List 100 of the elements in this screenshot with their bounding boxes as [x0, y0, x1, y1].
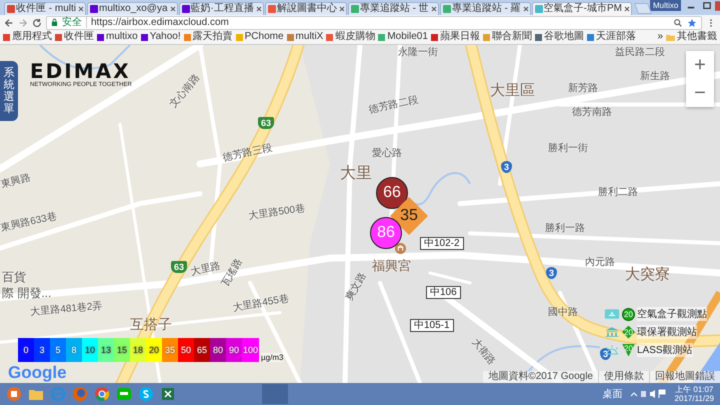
bookmark-link[interactable]: Mobile01 [378, 31, 428, 43]
reload-icon[interactable] [32, 18, 42, 28]
unit-label: µg/m3 [261, 353, 284, 362]
map-label: 勝利二路 [598, 187, 638, 198]
bookmark-link[interactable]: 蝦皮購物 [326, 31, 376, 43]
close-icon[interactable] [170, 6, 176, 12]
edimax-logo: EDIMAX [30, 61, 131, 81]
map-label: 大衛路 [470, 337, 498, 368]
bookmark-link[interactable]: 露天拍賣 [184, 31, 233, 43]
bookmark-link[interactable]: PChome [236, 31, 284, 43]
road-code-label: 中106 [426, 286, 461, 299]
airbox-icon [604, 308, 620, 320]
map-label: 新生路 [640, 71, 670, 82]
map-label: 瓦瑤路 [220, 257, 245, 288]
road-code-label: 中102-2 [420, 237, 464, 250]
back-icon[interactable] [4, 18, 14, 28]
map-label: 大里路455巷 [232, 293, 290, 314]
profile-button[interactable]: Multixo [650, 0, 682, 11]
browser-tab[interactable]: 空氣盒子-城市PM [532, 2, 632, 15]
map-label: 國中路 [548, 307, 578, 318]
map-label: 東興路 [0, 172, 32, 191]
close-icon[interactable] [78, 6, 84, 12]
browser-tab[interactable]: multixo_xo@ya [87, 2, 178, 15]
legend-step: 100 [242, 338, 260, 362]
legend-label: LASS觀測站 [637, 343, 693, 357]
legend-step: 10 [82, 338, 98, 362]
legend-step: 65 [194, 338, 210, 362]
map-label: 互搭子 [130, 317, 172, 332]
map-label: 百貨 [2, 271, 26, 284]
legend-step: 8 [66, 338, 82, 362]
zoom-out-button[interactable]: − [686, 79, 714, 107]
map-label: 德芳路三段 [222, 142, 274, 164]
bookmark-link[interactable]: 收件匣 [55, 31, 94, 43]
new-tab-button[interactable] [634, 3, 652, 14]
bookmark-link[interactable]: multiX [286, 31, 324, 43]
other-bookmarks-link[interactable]: 其他書籤 [666, 31, 717, 43]
more-bookmarks-button[interactable]: » [657, 31, 663, 43]
star-icon[interactable] [687, 18, 697, 28]
close-icon[interactable] [338, 6, 345, 12]
legend-label: 環保署觀測站 [637, 325, 697, 339]
lock-icon [51, 18, 58, 27]
url-text: https://airbox.edimaxcloud.com [91, 17, 229, 28]
bookmark-link[interactable]: Yahoo! [140, 31, 181, 43]
legend-step: 15 [114, 338, 130, 362]
map-label: 大里路500巷 [248, 203, 306, 222]
legend-step: 18 [130, 338, 146, 362]
close-icon[interactable] [522, 6, 529, 12]
map-label: 永隆一街 [398, 47, 438, 58]
bookmark-link[interactable]: 蘋果日報 [430, 31, 480, 43]
legend-step: 35 [162, 338, 178, 362]
legend-step: 5 [50, 338, 66, 362]
browser-tab[interactable]: 解說圖書中心 [264, 2, 347, 15]
legend-step: 3 [34, 338, 50, 362]
zoom-in-button[interactable]: + [686, 51, 714, 79]
bookmark-link[interactable]: multixo [97, 31, 138, 43]
chat-icon[interactable] [116, 386, 132, 402]
browser-tab[interactable]: 專業追蹤站 - 世 [348, 2, 439, 15]
start-icon[interactable] [6, 386, 22, 402]
map-label: 勝利一路 [545, 223, 585, 234]
legend-step: 90 [226, 338, 242, 362]
bookmark-link[interactable]: 聯合新聞 [482, 31, 532, 43]
bookmark-link[interactable]: 天涯部落 [586, 31, 636, 43]
map-label: 德芳南路 [572, 107, 612, 118]
map-label: 德芳路二段 [368, 94, 420, 116]
address-field[interactable]: 安全 https://airbox.edimaxcloud.com [46, 16, 702, 30]
browser-tab[interactable]: 專業追蹤站 - 羅 [440, 2, 531, 15]
map-label: 大里路481巷2弄 [30, 300, 103, 318]
close-icon[interactable] [624, 6, 630, 12]
legend-step: 80 [210, 338, 226, 362]
close-icon[interactable] [256, 6, 262, 12]
skype-icon[interactable] [138, 386, 154, 402]
map-label: 愛心路 [372, 148, 402, 159]
close-icon[interactable] [430, 6, 437, 12]
desktop-label[interactable]: 桌面 [602, 387, 623, 401]
legend-label: 空氣盒子觀測點 [637, 307, 707, 321]
map-label: 東興路633巷 [0, 211, 58, 234]
chrome-icon[interactable] [94, 386, 110, 402]
map-label: 益民路二段 [615, 47, 665, 58]
browser-tab[interactable]: 收件匣 - multi [4, 2, 86, 15]
map-label: 際 開發... [2, 287, 52, 300]
bookmark-link[interactable]: 應用程式 [3, 31, 52, 43]
road-code-label: 中105-1 [410, 319, 454, 332]
browser-tab[interactable]: 藍奶·工程直播 [178, 2, 264, 15]
map-label: 內元路 [585, 257, 615, 268]
legend-step: 0 [18, 338, 34, 362]
bookmark-link[interactable]: 谷歌地圖 [534, 31, 584, 43]
legend-step: 13 [98, 338, 114, 362]
map-label: 大里 [340, 165, 372, 183]
map-label: 大里路 [190, 260, 222, 278]
system-menu-tab[interactable]: 系統選單 [0, 61, 18, 122]
spreadsheet-icon[interactable] [160, 386, 176, 402]
zoom-icon[interactable] [673, 18, 683, 28]
map-label: 爽文路 [344, 271, 369, 302]
map-label: 大里區 [490, 83, 535, 100]
route-shield: 63 [171, 261, 188, 273]
legend-step: 50 [178, 338, 194, 362]
route-shield: 63 [258, 117, 274, 129]
building-icon [604, 326, 620, 338]
map-label: 大突寮 [625, 267, 670, 284]
map-attribution: 地圖資料©2017 Google [487, 371, 594, 383]
